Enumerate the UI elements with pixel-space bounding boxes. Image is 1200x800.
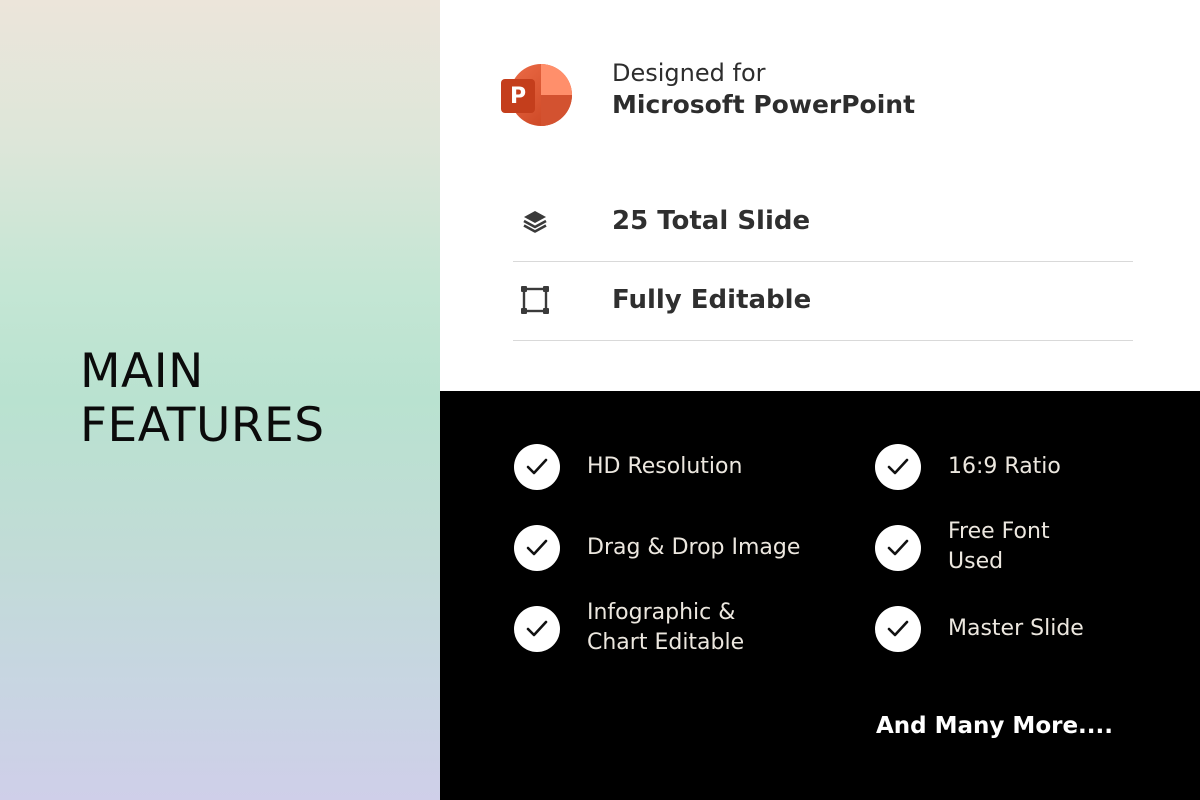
- feature-label-line-2: Used: [948, 549, 1004, 574]
- checkmark-icon: [875, 525, 921, 571]
- title-line-1: MAIN: [80, 344, 204, 399]
- checkmark-icon: [875, 444, 921, 490]
- feature-label: 16:9 Ratio: [948, 454, 1061, 479]
- checkmark-icon: [514, 444, 560, 490]
- app-name: Microsoft PowerPoint: [612, 90, 916, 119]
- layers-icon: [523, 211, 547, 233]
- checkmark-icon: [875, 606, 921, 652]
- logo-letter: P: [510, 84, 526, 109]
- spec-label: Fully Editable: [612, 285, 812, 315]
- checkmark-icon: [514, 525, 560, 571]
- spec-row-slides: 25 Total Slide: [513, 183, 1133, 262]
- checkmark-icon: [514, 606, 560, 652]
- page-title: MAIN FEATURES: [80, 345, 325, 453]
- spec-label: 25 Total Slide: [612, 206, 811, 236]
- powerpoint-logo-icon: P: [501, 64, 572, 126]
- feature-label-line-2: Chart Editable: [587, 630, 745, 655]
- feature-label: HD Resolution: [587, 454, 743, 479]
- features-panel: HD Resolution Drag & Drop Image Infograp…: [440, 391, 1200, 800]
- designed-for-label: Designed for: [612, 59, 766, 87]
- more-features-text: And Many More....: [876, 713, 1114, 739]
- title-line-2: FEATURES: [80, 398, 325, 453]
- resize-frame-icon: [521, 286, 549, 314]
- spec-row-editable: Fully Editable: [513, 262, 1133, 341]
- feature-label: Master Slide: [948, 616, 1084, 641]
- gradient-panel: MAIN FEATURES: [0, 0, 440, 800]
- info-panel: P Designed for Microsoft PowerPoint 25 T…: [440, 0, 1200, 391]
- designed-for-block: Designed for Microsoft PowerPoint: [612, 58, 915, 122]
- feature-label-line-1: Free Font: [948, 519, 1050, 544]
- feature-label: Drag & Drop Image: [587, 535, 801, 560]
- feature-label-line-1: Infographic &: [587, 600, 736, 625]
